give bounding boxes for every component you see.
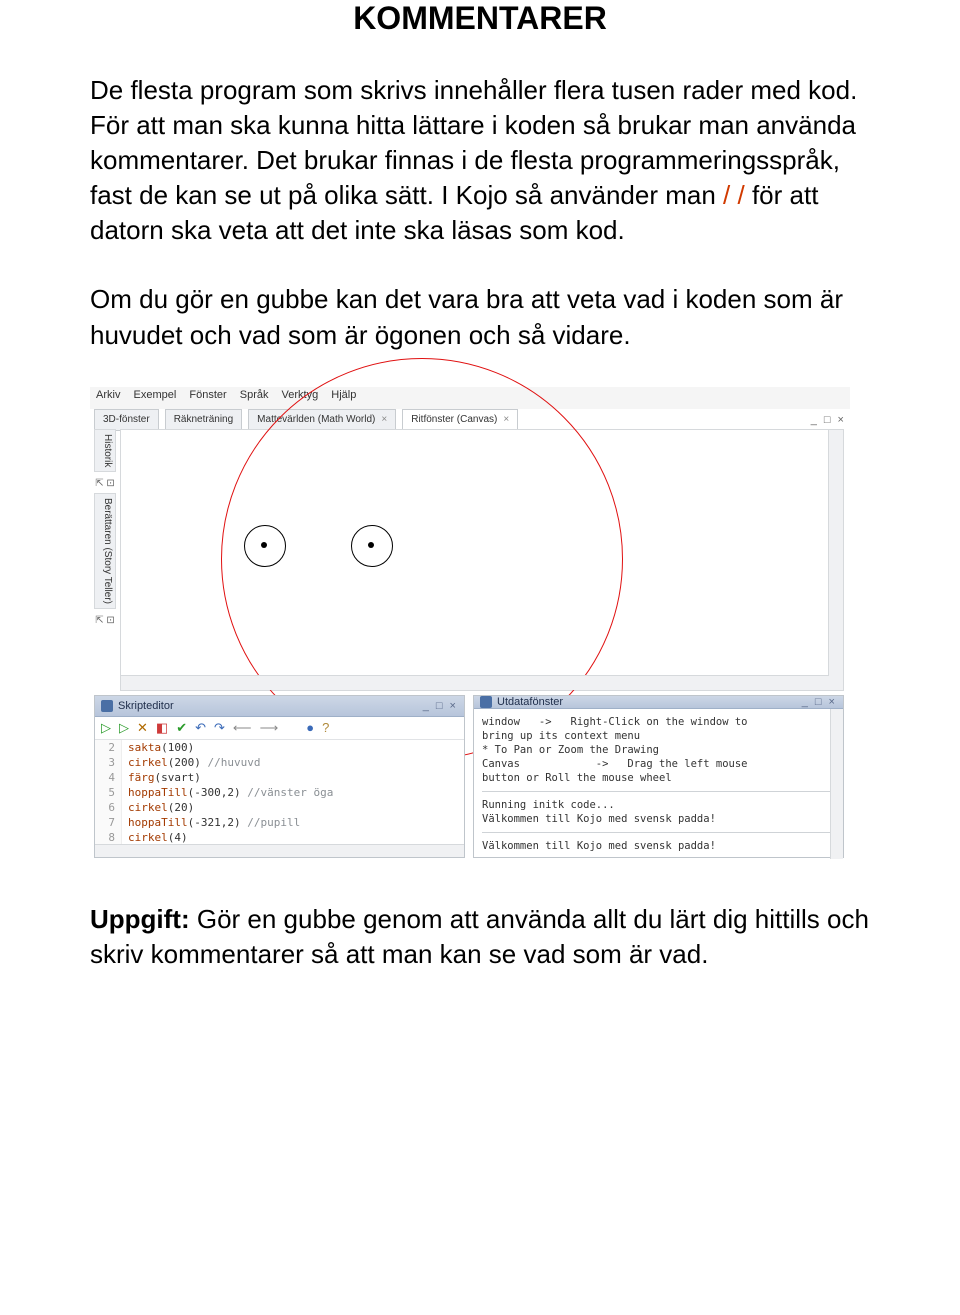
pin-icon[interactable]: ⇱ ⊡ xyxy=(94,478,116,489)
script-editor-panel: Skripteditor _ □ × ▷ ▷ ✕ ◧ ✔ ↶ ↷ ⟵ ⟶ ● ?… xyxy=(94,695,465,858)
help-icon[interactable]: ? xyxy=(322,720,329,735)
run-icon[interactable]: ▷ xyxy=(101,720,111,736)
window-controls[interactable]: _ □ × xyxy=(811,414,846,426)
right-pupil xyxy=(368,542,374,548)
undo-icon[interactable]: ↶ xyxy=(195,720,206,736)
task-paragraph: Uppgift: Gör en gubbe genom att använda … xyxy=(90,902,870,972)
menu-fonster[interactable]: Fönster xyxy=(189,389,226,401)
panel-controls[interactable]: _ □ × xyxy=(423,700,458,712)
tab-3d[interactable]: 3D-fönster xyxy=(94,409,159,431)
menu-arkiv[interactable]: Arkiv xyxy=(96,389,120,401)
editor-title: Skripteditor xyxy=(118,700,174,712)
menu-exempel[interactable]: Exempel xyxy=(134,389,177,401)
slash-token: / / xyxy=(723,180,745,210)
kojo-screenshot: Arkiv Exempel Fönster Språk Verktyg Hjäl… xyxy=(90,387,850,862)
output-title: Utdatafönster xyxy=(497,696,563,708)
page-title: KOMMENTARER xyxy=(90,0,870,37)
pin-icon[interactable]: ⇱ ⊡ xyxy=(94,615,116,626)
paragraph-2: Om du gör en gubbe kan det vara bra att … xyxy=(90,282,870,352)
output-icon xyxy=(480,696,492,708)
editor-toolbar: ▷ ▷ ✕ ◧ ✔ ↶ ↷ ⟵ ⟶ ● ? xyxy=(95,717,464,740)
code-area[interactable]: 2sakta(100)3cirkel(200) //huvuvd4färg(sv… xyxy=(95,740,464,857)
scrollbar-horizontal[interactable] xyxy=(121,675,829,690)
fwd-icon[interactable]: ⟶ xyxy=(260,720,279,736)
runw-icon[interactable]: ▷ xyxy=(119,720,129,736)
tab-rakne[interactable]: Räkneträning xyxy=(165,409,242,431)
panel-controls[interactable]: _ □ × xyxy=(802,696,837,708)
left-sidebar: Historik ⇱ ⊡ Berättaren (Story Teller) ⇱… xyxy=(94,429,116,689)
drawing-canvas[interactable] xyxy=(120,429,844,691)
output-titlebar: Utdatafönster _ □ × xyxy=(474,696,843,709)
task-text: Gör en gubbe genom att använda allt du l… xyxy=(90,904,869,969)
editor-icon xyxy=(101,700,113,712)
left-pupil xyxy=(261,542,267,548)
tab-3d-label: 3D-fönster xyxy=(103,414,150,425)
redo-icon[interactable]: ↷ xyxy=(214,720,225,736)
scrollbar-vertical[interactable] xyxy=(828,430,843,690)
check-icon[interactable]: ✔ xyxy=(176,720,187,736)
output-text[interactable]: window -> Right-Click on the window tobr… xyxy=(474,709,843,859)
menu-sprak[interactable]: Språk xyxy=(240,389,269,401)
sidebar-tab-historik[interactable]: Historik xyxy=(94,429,116,472)
stop-icon[interactable]: ◧ xyxy=(156,720,168,736)
paragraph-1: De flesta program som skrivs innehåller … xyxy=(90,73,870,248)
tab-rakne-label: Räkneträning xyxy=(174,414,233,425)
output-panel: Utdatafönster _ □ × window -> Right-Clic… xyxy=(473,695,844,858)
back-icon[interactable]: ⟵ xyxy=(233,720,252,736)
sidebar-tab-berattaren[interactable]: Berättaren (Story Teller) xyxy=(94,493,116,609)
ball-icon[interactable]: ● xyxy=(306,720,314,735)
stepover-icon[interactable]: ✕ xyxy=(137,720,148,736)
editor-titlebar: Skripteditor _ □ × xyxy=(95,696,464,717)
task-label: Uppgift: xyxy=(90,904,190,934)
